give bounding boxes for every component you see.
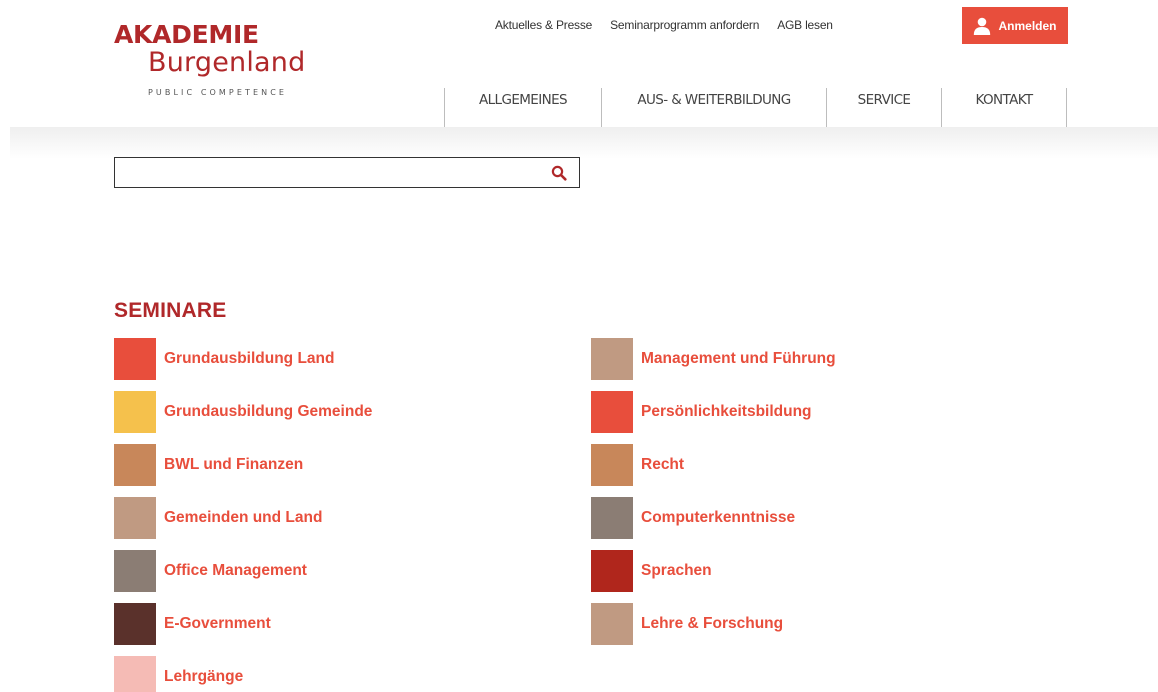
seminar-category-management-fuehrung[interactable]: Management und Führung <box>591 338 836 380</box>
nav-item-label: SERVICE <box>857 92 911 108</box>
seminar-category-grundausbildung-gemeinde[interactable]: Grundausbildung Gemeinde <box>114 391 372 433</box>
seminar-category-label: Lehre & Forschung <box>641 615 784 632</box>
seminar-category-recht[interactable]: Recht <box>591 444 836 486</box>
site-logo[interactable]: AKADEMIE Burgenland PUBLIC COMPETENCE <box>114 20 344 97</box>
category-color-swatch <box>591 391 633 433</box>
seminar-category-label: Office Management <box>164 562 307 579</box>
logo-tagline: PUBLIC COMPETENCE <box>148 88 288 97</box>
seminar-category-list-left: Grundausbildung Land Grundausbildung Gem… <box>114 338 372 692</box>
seminare-heading: SEMINARE <box>114 299 227 322</box>
category-color-swatch <box>114 444 156 486</box>
category-color-swatch <box>591 497 633 539</box>
category-color-swatch <box>591 444 633 486</box>
main-nav: ALLGEMEINES AUS- & WEITERBILDUNG SERVICE… <box>444 88 1067 128</box>
category-color-swatch <box>591 603 633 645</box>
login-button[interactable]: Anmelden <box>962 7 1068 44</box>
seminar-category-lehre-forschung[interactable]: Lehre & Forschung <box>591 603 836 645</box>
seminar-category-label: Sprachen <box>641 562 712 579</box>
search-icon[interactable] <box>551 165 567 181</box>
seminar-category-sprachen[interactable]: Sprachen <box>591 550 836 592</box>
seminar-category-label: Grundausbildung Land <box>164 350 335 367</box>
category-color-swatch <box>591 550 633 592</box>
seminar-category-label: Management und Führung <box>641 350 836 367</box>
header-shadow-band <box>10 127 1158 159</box>
category-color-swatch <box>114 603 156 645</box>
category-color-swatch <box>114 497 156 539</box>
seminar-category-label: E-Government <box>164 615 271 632</box>
seminar-category-label: Persönlichkeitsbildung <box>641 403 812 420</box>
nav-item-label: AUS- & WEITERBILDUNG <box>637 92 791 108</box>
seminar-category-gemeinden-land[interactable]: Gemeinden und Land <box>114 497 372 539</box>
seminar-category-persoenlichkeitsbildung[interactable]: Persönlichkeitsbildung <box>591 391 836 433</box>
seminar-category-label: Gemeinden und Land <box>164 509 323 526</box>
seminar-category-list-right: Management und Führung Persönlichkeitsbi… <box>591 338 836 656</box>
seminar-category-label: Grundausbildung Gemeinde <box>164 403 373 420</box>
seminar-category-bwl-finanzen[interactable]: BWL und Finanzen <box>114 444 372 486</box>
nav-item-kontakt[interactable]: KONTAKT <box>941 88 1067 128</box>
seminar-category-office-management[interactable]: Office Management <box>114 550 372 592</box>
seminar-category-e-government[interactable]: E-Government <box>114 603 372 645</box>
nav-item-label: KONTAKT <box>975 92 1033 108</box>
nav-item-label: ALLGEMEINES <box>478 92 568 108</box>
category-color-swatch <box>114 550 156 592</box>
logo-burgenland-text: Burgenland <box>148 47 306 78</box>
seminar-category-label: Recht <box>641 456 685 473</box>
logo-akademie-text: AKADEMIE <box>114 20 259 49</box>
category-color-swatch <box>591 338 633 380</box>
nav-item-allgemeines[interactable]: ALLGEMEINES <box>444 88 601 128</box>
category-color-swatch <box>114 391 156 433</box>
utility-nav: Aktuelles & Presse Seminarprogramm anfor… <box>495 18 851 32</box>
search-box <box>114 157 580 188</box>
topnav-link-agb[interactable]: AGB lesen <box>777 18 833 32</box>
user-icon <box>974 17 991 35</box>
nav-item-service[interactable]: SERVICE <box>826 88 941 128</box>
seminar-category-grundausbildung-land[interactable]: Grundausbildung Land <box>114 338 372 380</box>
topnav-link-seminarprogramm[interactable]: Seminarprogramm anfordern <box>610 18 759 32</box>
seminar-category-computerkenntnisse[interactable]: Computerkenntnisse <box>591 497 836 539</box>
seminar-category-label: BWL und Finanzen <box>164 456 304 473</box>
category-color-swatch <box>114 656 156 692</box>
seminar-category-lehrgaenge[interactable]: Lehrgänge <box>114 656 372 692</box>
topnav-link-aktuelles-presse[interactable]: Aktuelles & Presse <box>495 18 592 32</box>
category-color-swatch <box>114 338 156 380</box>
nav-item-aus-weiterbildung[interactable]: AUS- & WEITERBILDUNG <box>601 88 826 128</box>
search-input[interactable] <box>115 158 545 187</box>
seminar-category-label: Computerkenntnisse <box>641 509 796 526</box>
seminar-category-label: Lehrgänge <box>164 668 244 685</box>
login-button-label: Anmelden <box>998 18 1057 33</box>
